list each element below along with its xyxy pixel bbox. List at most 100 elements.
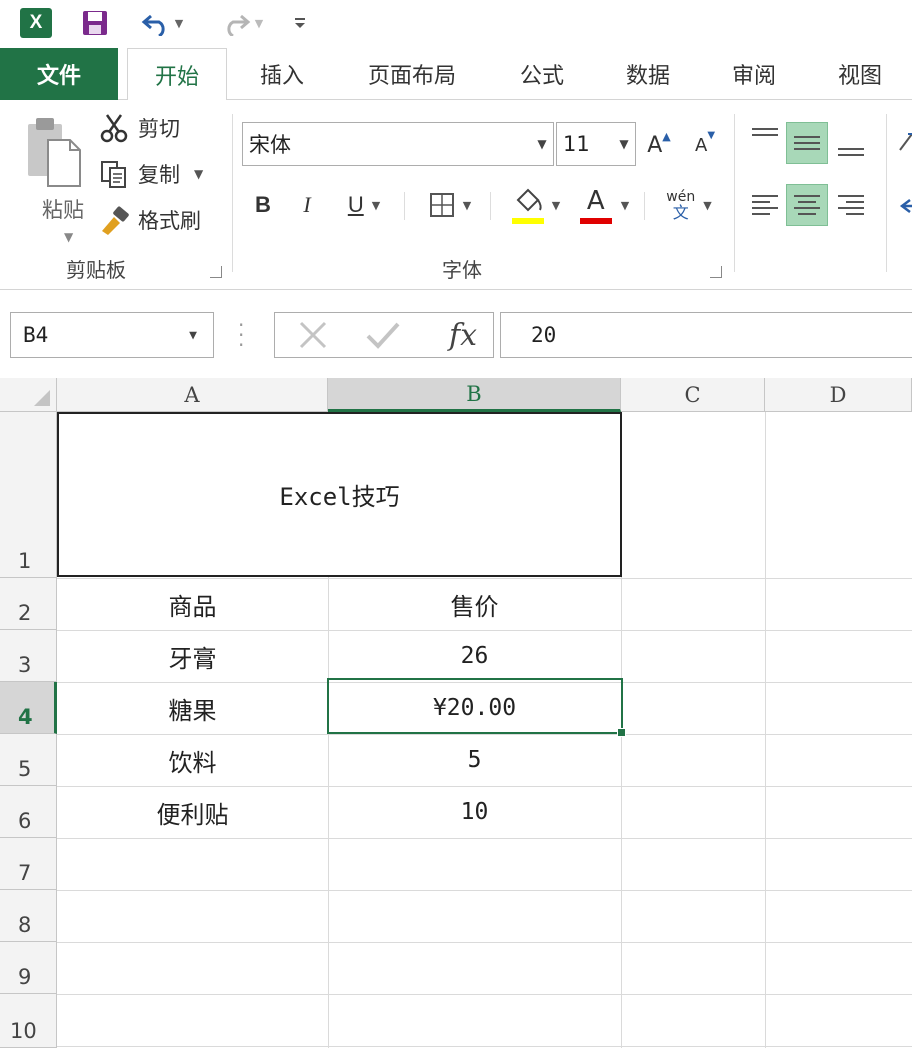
font-color-swatch [579,218,612,224]
formula-buttons: fx [274,312,494,358]
select-all-button[interactable] [0,378,57,412]
chevron-down-icon[interactable]: ▼ [194,167,203,181]
drag-handle-icon[interactable]: · · · [238,315,244,355]
tab-home[interactable]: 开始 [127,48,227,101]
row-header-10[interactable]: 10 [0,994,57,1048]
chevron-down-icon[interactable]: ▼ [531,137,553,151]
align-center-button[interactable] [786,184,828,226]
grid-line [57,838,912,839]
row-header-8[interactable]: 8 [0,890,57,942]
tab-insert[interactable]: 插入 [240,48,324,100]
orientation-icon[interactable] [898,130,912,154]
chevron-down-icon[interactable]: ▼ [173,328,213,343]
column-header-b[interactable]: B [328,378,621,412]
font-color-icon: A [579,186,613,224]
column-header-d[interactable]: D [765,378,912,412]
tab-page-layout[interactable]: 页面布局 [350,48,474,100]
font-color-button[interactable]: A ▼ [574,184,634,226]
row-header-2[interactable]: 2 [0,578,57,630]
undo-icon[interactable]: ▼ [134,6,190,40]
arrow-up-icon: ▲ [662,130,671,143]
redo-icon[interactable]: ▼ [214,6,270,40]
tab-data[interactable]: 数据 [606,48,690,100]
customize-icon[interactable] [286,6,314,40]
cell-b3[interactable]: 26 [328,630,621,682]
grid-line [57,1046,912,1047]
tab-view[interactable]: 视图 [818,48,902,100]
row-header-9[interactable]: 9 [0,942,57,994]
font-group-label: 字体 [442,258,482,282]
tab-file[interactable]: 文件 [0,48,118,100]
enter-check-icon[interactable] [359,313,407,357]
cell-b6[interactable]: 10 [328,786,621,838]
shrink-font-button[interactable]: A ▼ [690,124,720,166]
insert-function-button[interactable]: fx [435,313,491,357]
name-box[interactable]: B4 ▼ [10,312,214,358]
phonetic-guide-button[interactable]: wén 文 ▼ [656,184,722,226]
chevron-down-icon[interactable]: ▼ [552,199,560,212]
copy-button[interactable]: 复制 ▼ [96,154,203,194]
active-cell-border [327,678,623,734]
cell-b5[interactable]: 5 [328,734,621,786]
chevron-down-icon[interactable]: ▼ [613,137,635,151]
borders-button[interactable]: ▼ [420,184,480,226]
cancel-icon[interactable] [289,313,337,357]
format-painter-button[interactable]: 格式刷 [96,200,201,240]
grow-font-letter: A [647,132,663,158]
column-header-c[interactable]: C [621,378,765,412]
formula-input[interactable]: 20 [500,312,912,358]
row-header-6[interactable]: 6 [0,786,57,838]
ribbon-tabs: 文件 开始 插入 页面布局 公式 数据 审阅 视图 [0,48,912,101]
row-header-4[interactable]: 4 [0,682,57,734]
font-name-select[interactable]: 宋体 ▼ [242,122,554,166]
chevron-down-icon[interactable]: ▼ [463,199,471,212]
grow-font-button[interactable]: A ▲ [644,124,674,166]
align-bottom-button[interactable] [830,122,872,164]
fill-color-button[interactable]: ▼ [504,184,566,226]
quick-access-toolbar: X ▼ ▼ [0,0,912,48]
align-right-button[interactable] [830,184,872,226]
format-painter-icon [96,204,132,236]
chevron-down-icon[interactable]: ▼ [64,230,73,244]
cut-label: 剪切 [138,117,180,141]
paste-button[interactable]: 粘贴 ▼ [20,114,86,244]
chevron-down-icon[interactable]: ▼ [372,199,380,212]
font-launcher-icon[interactable] [710,266,722,278]
cell-b2[interactable]: 售价 [328,578,621,630]
cell-a6[interactable]: 便利贴 [57,786,328,838]
cell-a1-merged-title[interactable]: Excel技巧 [57,412,622,577]
tab-review[interactable]: 审阅 [712,48,796,100]
font-size-value: 11 [563,132,590,156]
fill-handle[interactable] [617,728,626,737]
worksheet-grid: A B C D 1 2 3 4 5 6 7 8 9 10 Excel技巧 商品 … [0,378,912,1048]
formula-bar: B4 ▼ · · · fx 20 [0,290,912,378]
italic-button[interactable]: I [290,184,324,226]
grid-line [57,890,912,891]
row-header-5[interactable]: 5 [0,734,57,786]
fill-color-swatch [511,218,544,224]
align-middle-button[interactable] [786,122,828,164]
cut-button[interactable]: 剪切 [96,108,180,148]
cell-a2[interactable]: 商品 [57,578,328,630]
align-left-button[interactable] [744,184,786,226]
row-header-1[interactable]: 1 [0,412,57,578]
bold-button[interactable]: B [246,184,280,226]
align-top-button[interactable] [744,120,786,162]
row-header-3[interactable]: 3 [0,630,57,682]
underline-button[interactable]: U ▼ [334,184,394,226]
tab-formulas[interactable]: 公式 [500,48,584,100]
cell-a3[interactable]: 牙膏 [57,630,328,682]
column-header-a[interactable]: A [57,378,328,412]
clipboard-launcher-icon[interactable] [210,266,222,278]
row-header-7[interactable]: 7 [0,838,57,890]
decrease-indent-icon[interactable] [898,194,912,218]
save-icon[interactable] [78,6,112,40]
cell-a4[interactable]: 糖果 [57,682,328,734]
font-size-select[interactable]: 11 ▼ [556,122,636,166]
chevron-down-icon[interactable]: ▼ [621,199,629,212]
cell-a5[interactable]: 饮料 [57,734,328,786]
copy-icon [96,158,132,190]
separator [644,192,645,220]
chevron-down-icon[interactable]: ▼ [703,199,711,212]
separator [490,192,491,220]
